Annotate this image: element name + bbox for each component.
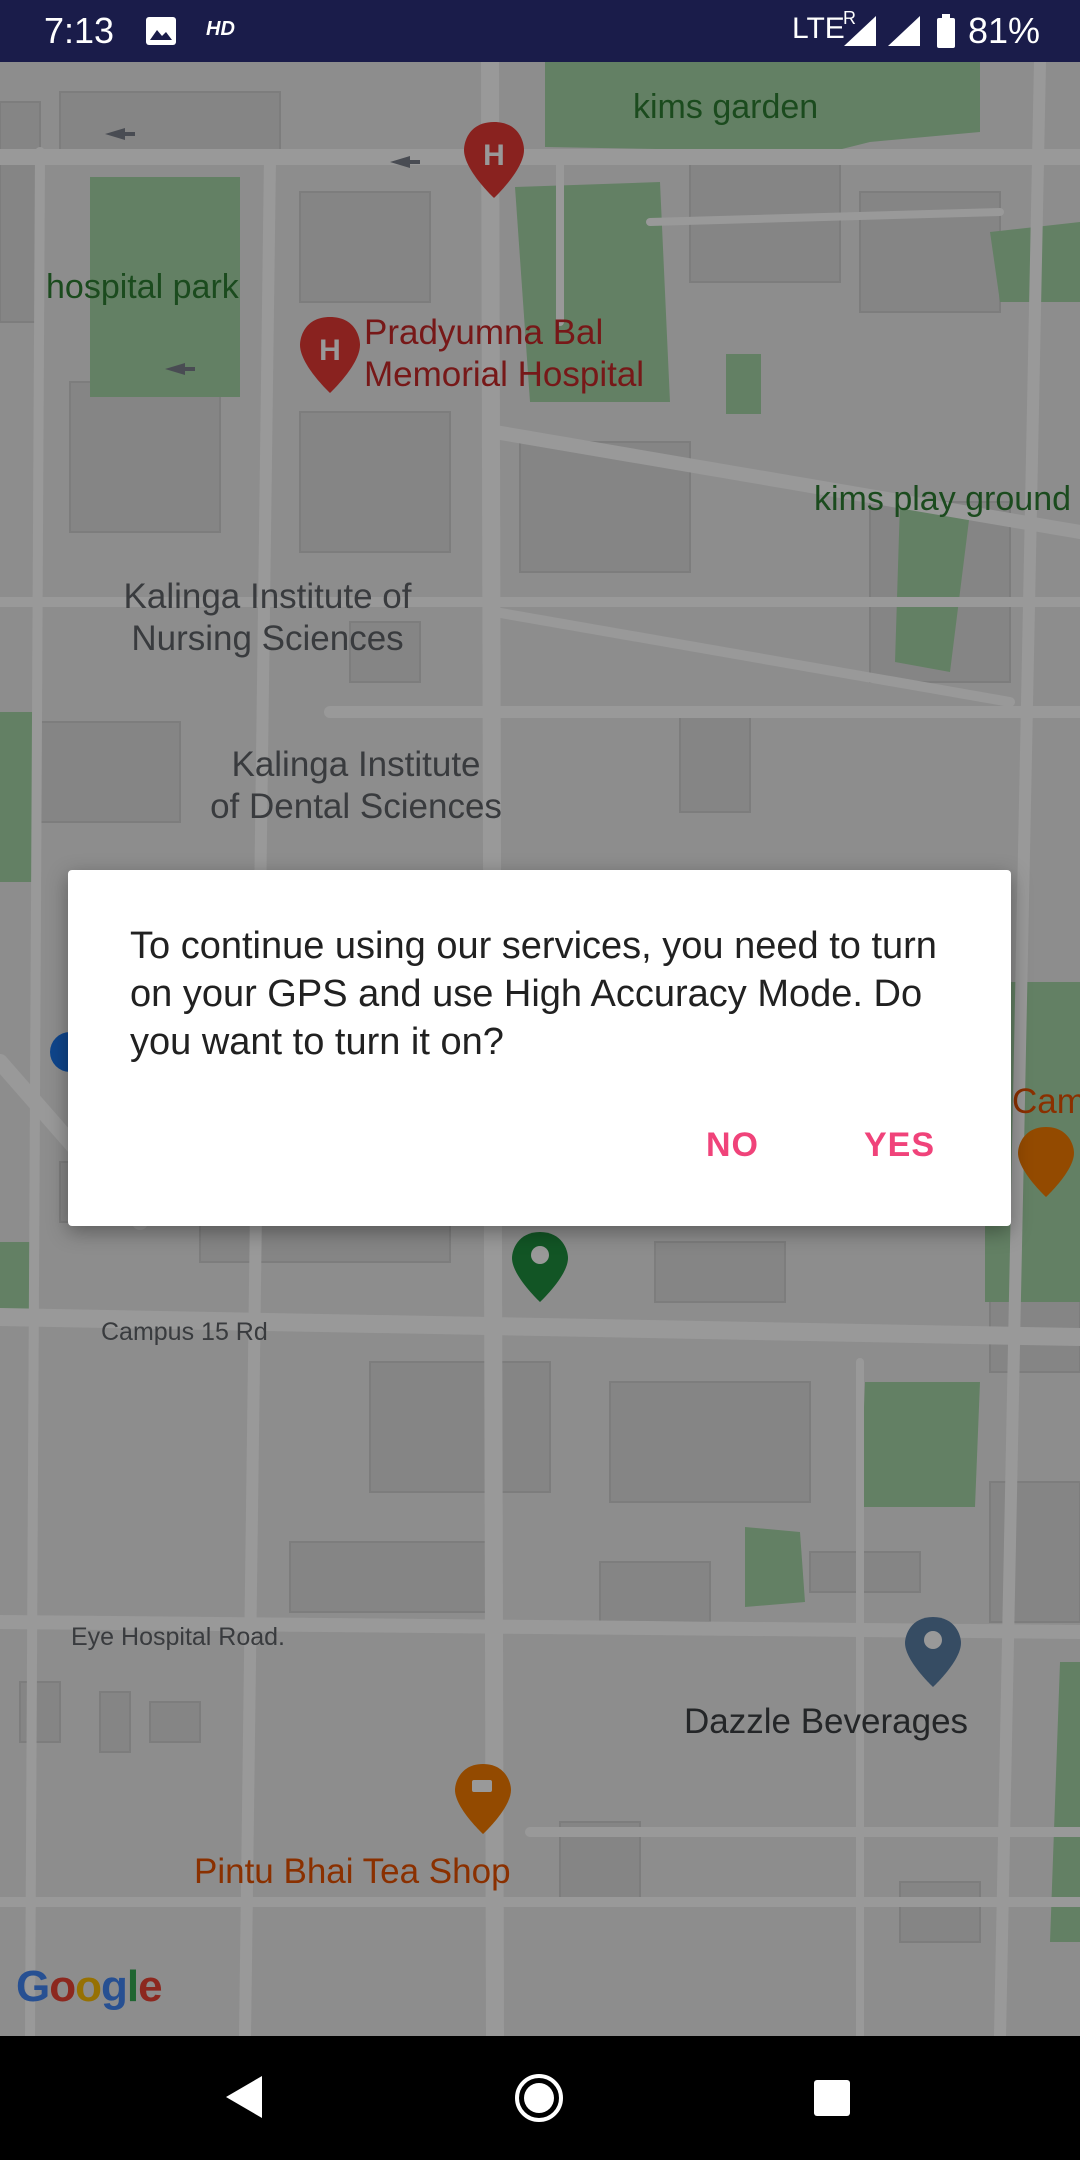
yes-button[interactable]: YES bbox=[864, 1126, 935, 1165]
status-time: 7:13 bbox=[44, 10, 115, 51]
battery-icon bbox=[936, 14, 956, 48]
battery-percentage: 81% bbox=[968, 10, 1041, 51]
hd-indicator: HD bbox=[206, 18, 235, 40]
no-button[interactable]: NO bbox=[706, 1126, 759, 1165]
dialog-message: To continue using our services, you need… bbox=[130, 925, 937, 1063]
network-type: LTE bbox=[792, 12, 845, 45]
signal-icon bbox=[842, 14, 878, 53]
gallery-notification-icon bbox=[145, 16, 177, 46]
recents-icon[interactable] bbox=[814, 2080, 850, 2116]
back-icon[interactable] bbox=[222, 2074, 264, 2125]
signal-icon-secondary bbox=[886, 14, 922, 53]
navigation-bar bbox=[0, 2036, 1080, 2160]
home-icon[interactable] bbox=[513, 2072, 565, 2129]
gps-dialog: To continue using our services, you need… bbox=[68, 870, 1011, 1226]
status-bar: 7:13 HD LTE R 81% bbox=[0, 0, 1080, 62]
